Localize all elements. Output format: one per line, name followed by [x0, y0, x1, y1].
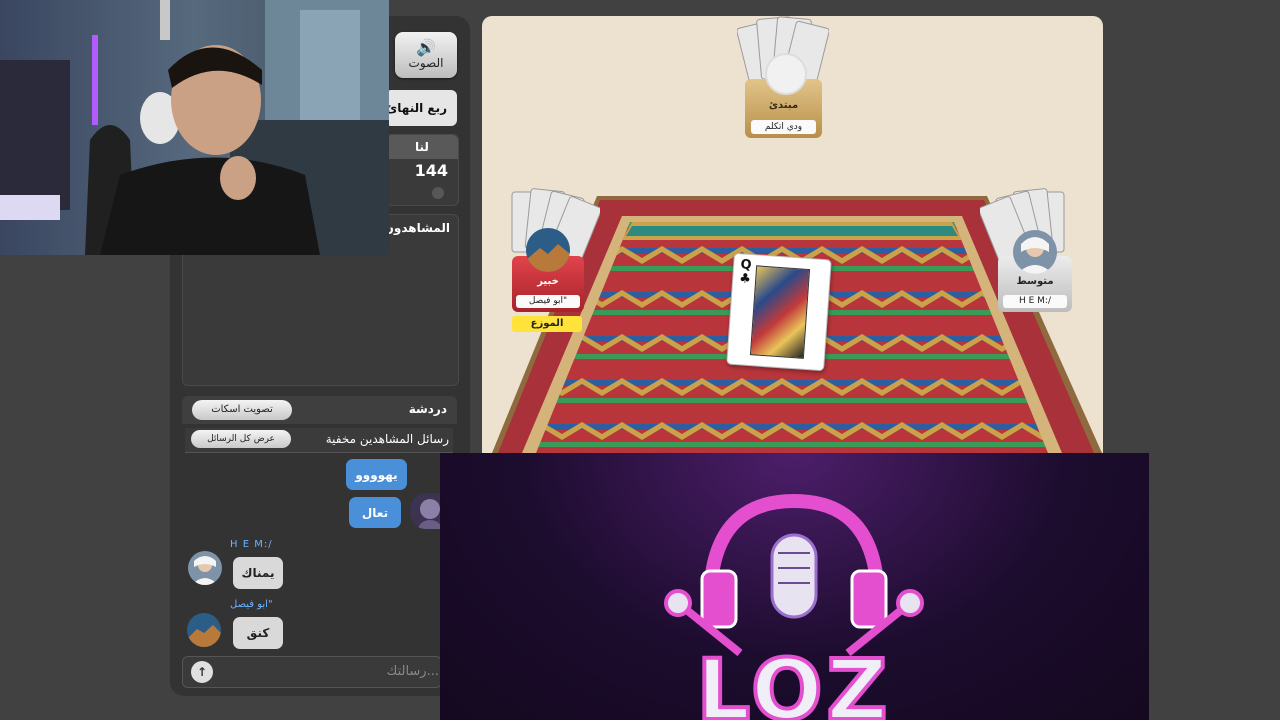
viewers-title: المشاهدون	[383, 221, 450, 235]
chat-avatar	[188, 551, 222, 585]
avatar	[765, 53, 807, 95]
player-level: متوسط	[1016, 276, 1054, 287]
card-corner: Q ♣	[738, 257, 753, 287]
chat-message-input[interactable]: ↑ رسالتك...	[182, 656, 442, 688]
mute-vote-button[interactable]: تصويت اسكات	[192, 400, 292, 420]
send-button[interactable]: ↑	[191, 661, 213, 683]
played-card[interactable]: Q ♣	[726, 252, 832, 372]
chat-message: كنق	[233, 617, 283, 649]
chat-message-text: يمناك	[241, 566, 275, 580]
player-level: خبير	[537, 276, 559, 287]
chat-message-text: يهوووو	[355, 467, 398, 482]
round-label-text: ربع النهائ	[386, 101, 447, 115]
dealer-label: الموزع	[530, 318, 564, 329]
chat-sender-name: ابو فيصل"	[230, 599, 273, 610]
score-panel: لنا 144	[385, 134, 459, 206]
round-label: ربع النهائ	[385, 90, 457, 126]
speaker-icon: 🔊	[416, 38, 436, 57]
sound-button-label: الصوت	[408, 56, 444, 70]
chat-title: دردشة	[408, 402, 447, 416]
club-icon: ♣	[738, 271, 752, 287]
top-player-card: مبتدئ ودي اتكلم	[745, 53, 822, 138]
score-indicator	[432, 187, 444, 199]
player-name: H E M:/	[1003, 295, 1067, 308]
logo-text: LOZ	[695, 639, 892, 720]
chat-message: تعال	[349, 497, 401, 528]
right-player-card: متوسط H E M:/	[998, 230, 1072, 312]
chat-sender-name: H E M:/	[230, 539, 273, 550]
show-all-messages-button[interactable]: عرض كل الرسائل	[191, 430, 291, 448]
message-placeholder: رسالتك...	[386, 664, 439, 679]
sound-button[interactable]: 🔊 الصوت	[395, 32, 457, 78]
arrow-up-icon: ↑	[196, 665, 208, 679]
player-name: ودي اتكلم	[751, 120, 816, 134]
chat-message-text: كنق	[246, 626, 270, 640]
chat-avatar	[187, 613, 221, 647]
channel-logo-overlay: LOZ	[440, 453, 1149, 720]
player-level: مبتدئ	[768, 100, 799, 111]
chat-message: يمناك	[233, 557, 283, 589]
queen-of-clubs-art	[749, 265, 811, 359]
left-player-card: خبير ابو فيصل"	[512, 228, 584, 312]
viewer-messages-notice: رسائل المشاهدين مخفية عرض كل الرسائل	[185, 428, 453, 453]
chat-message-text: تعال	[361, 505, 389, 520]
score-value: 144	[414, 161, 448, 180]
chat-message: يهوووو	[346, 459, 407, 490]
avatar	[526, 228, 570, 272]
streamer-webcam	[0, 0, 389, 255]
score-team-label: لنا	[386, 135, 458, 159]
avatar	[1013, 230, 1057, 274]
chat-header: دردشة تصويت اسكات	[182, 396, 457, 424]
my-avatar	[410, 493, 440, 529]
player-name: ابو فيصل"	[516, 295, 580, 308]
hidden-messages-text: رسائل المشاهدين مخفية	[325, 432, 449, 446]
dealer-badge: الموزع	[512, 316, 582, 332]
